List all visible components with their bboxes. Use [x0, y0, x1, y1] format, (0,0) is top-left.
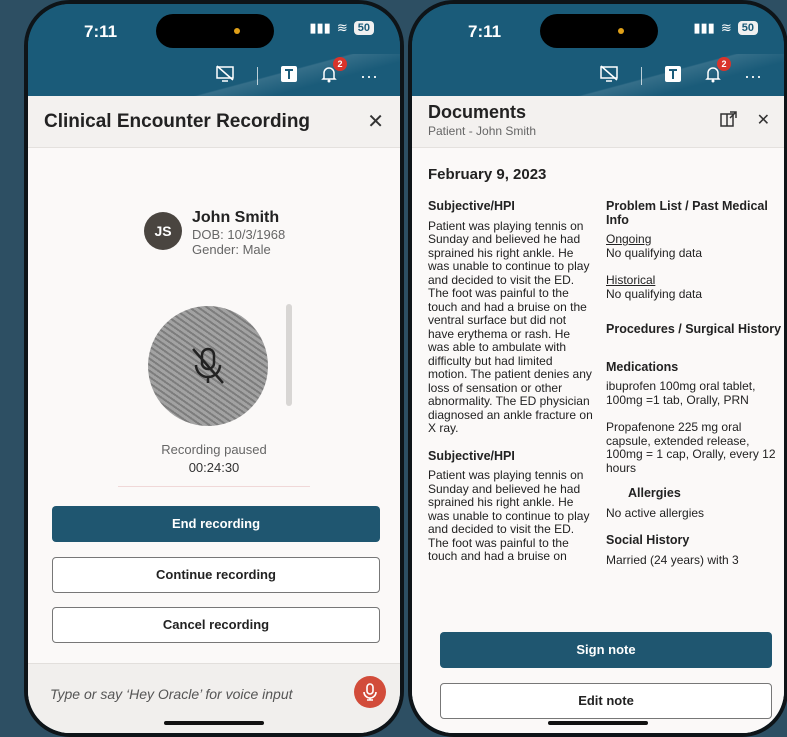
close-icon[interactable]: ✕: [757, 110, 770, 130]
documents-sheet: Documents Patient - John Smith ✕ Februar…: [412, 96, 784, 733]
problem-list-heading: Problem List / Past Medical Info: [606, 199, 768, 227]
notification-bell-icon[interactable]: 2: [704, 56, 732, 88]
status-time: 7:11: [84, 22, 118, 41]
sheet-header: Documents Patient - John Smith ✕: [412, 96, 784, 148]
voice-input-bar: Type or say ‘Hey Oracle’ for voice input: [28, 663, 400, 733]
recording-sheet: Clinical Encounter Recording ✕ JS John S…: [28, 96, 400, 733]
medication-item: ibuprofen 100mg oral tablet, 100mg =1 ta…: [606, 379, 756, 407]
mic-icon: [363, 683, 377, 701]
allergies-value: No active allergies: [606, 505, 705, 520]
text-icon[interactable]: [280, 65, 298, 88]
app-toolbar: 2 ···: [28, 54, 400, 98]
procedures-heading: Procedures / Surgical History: [606, 322, 782, 336]
note-left-column: Subjective/HPI Patient was playing tenni…: [428, 199, 594, 564]
voice-input-field[interactable]: Type or say ‘Hey Oracle’ for voice input: [50, 686, 293, 702]
social-history-value: Married (24 years) with 3: [606, 552, 739, 567]
mic-indicator-dot: [234, 28, 240, 34]
section-body: Patient was playing tennis on Sunday and…: [428, 218, 593, 435]
section-heading: Subjective/HPI: [428, 199, 515, 213]
sheet-header: Clinical Encounter Recording ✕: [28, 96, 400, 148]
phone-documents: 7:11 ▮▮▮ ≋ 50 2 ··· Documents Patient - …: [408, 0, 787, 737]
page-title: Documents: [428, 102, 527, 122]
mic-off-icon: [192, 347, 224, 384]
toolbar-divider: [641, 67, 643, 85]
dynamic-island: [540, 14, 658, 48]
more-options-icon[interactable]: ···: [744, 66, 762, 87]
patient-card: JS John Smith DOB: 10/3/1968 Gender: Mal…: [144, 209, 285, 257]
wifi-icon: ≋: [336, 20, 348, 35]
note-right-column: Problem List / Past Medical Info Ongoing…: [606, 199, 782, 567]
allergies-heading: Allergies: [628, 486, 681, 500]
ongoing-label: Ongoing: [606, 232, 652, 246]
mic-indicator-dot: [618, 28, 624, 34]
status-bar: 7:11 ▮▮▮ ≋ 50: [412, 4, 784, 58]
continue-recording-button[interactable]: Continue recording: [52, 557, 380, 593]
patient-gender: Gender: Male: [192, 242, 271, 257]
section-heading: Subjective/HPI: [428, 448, 515, 463]
ongoing-value: No qualifying data: [606, 245, 703, 260]
dynamic-island: [156, 14, 274, 48]
document-date: February 9, 2023: [428, 166, 547, 183]
system-icons: ▮▮▮ ≋ 50: [693, 20, 758, 36]
medication-item: Propafenone 225 mg oral capsule, extende…: [606, 420, 776, 475]
more-options-icon[interactable]: ···: [360, 66, 378, 87]
notification-bell-icon[interactable]: 2: [320, 56, 348, 88]
phone-recording: 7:11 ▮▮▮ ≋ 50 2 ··· Clinical Encounter R…: [24, 0, 404, 737]
app-toolbar: 2 ···: [412, 54, 784, 98]
scrollbar[interactable]: [286, 304, 292, 406]
signal-icon: ▮▮▮: [693, 20, 715, 35]
recording-timer: 00:24:30: [188, 460, 240, 475]
divider: [118, 486, 310, 487]
recording-status: Recording paused: [161, 442, 267, 457]
section-body: Patient was playing tennis on Sunday and…: [428, 468, 590, 563]
toolbar-divider: [257, 67, 259, 85]
sign-note-button[interactable]: Sign note: [440, 632, 772, 668]
status-bar: 7:11 ▮▮▮ ≋ 50: [28, 4, 400, 58]
battery-icon: 50: [737, 21, 758, 35]
system-icons: ▮▮▮ ≋ 50: [309, 20, 374, 36]
cancel-recording-button[interactable]: Cancel recording: [52, 607, 380, 643]
patient-name: John Smith: [192, 209, 280, 226]
close-icon[interactable]: ✕: [367, 109, 384, 134]
mic-muted-button[interactable]: [148, 306, 268, 426]
action-bar: Sign note Edit note: [412, 608, 784, 733]
text-icon[interactable]: [664, 65, 682, 88]
wifi-icon: ≋: [720, 20, 732, 35]
voice-mic-button[interactable]: [354, 676, 386, 708]
historical-value: No qualifying data: [606, 286, 703, 301]
page-title: Clinical Encounter Recording: [44, 110, 311, 132]
avatar: JS: [144, 212, 182, 250]
screen-share-off-icon[interactable]: [215, 64, 235, 88]
battery-icon: 50: [353, 21, 374, 35]
pop-out-icon[interactable]: [720, 110, 738, 133]
patient-subtitle: Patient - John Smith: [428, 124, 537, 138]
historical-label: Historical: [606, 273, 656, 287]
status-time: 7:11: [468, 22, 502, 41]
patient-dob: DOB: 10/3/1968: [192, 227, 286, 242]
home-indicator: [164, 721, 264, 725]
notification-badge: 2: [717, 56, 732, 71]
signal-icon: ▮▮▮: [309, 20, 331, 35]
end-recording-button[interactable]: End recording: [52, 506, 380, 542]
edit-note-button[interactable]: Edit note: [440, 683, 772, 719]
medications-heading: Medications: [606, 359, 679, 374]
screen-share-off-icon[interactable]: [599, 64, 619, 88]
notification-badge: 2: [333, 56, 348, 71]
social-history-heading: Social History: [606, 533, 690, 547]
home-indicator: [548, 721, 648, 725]
